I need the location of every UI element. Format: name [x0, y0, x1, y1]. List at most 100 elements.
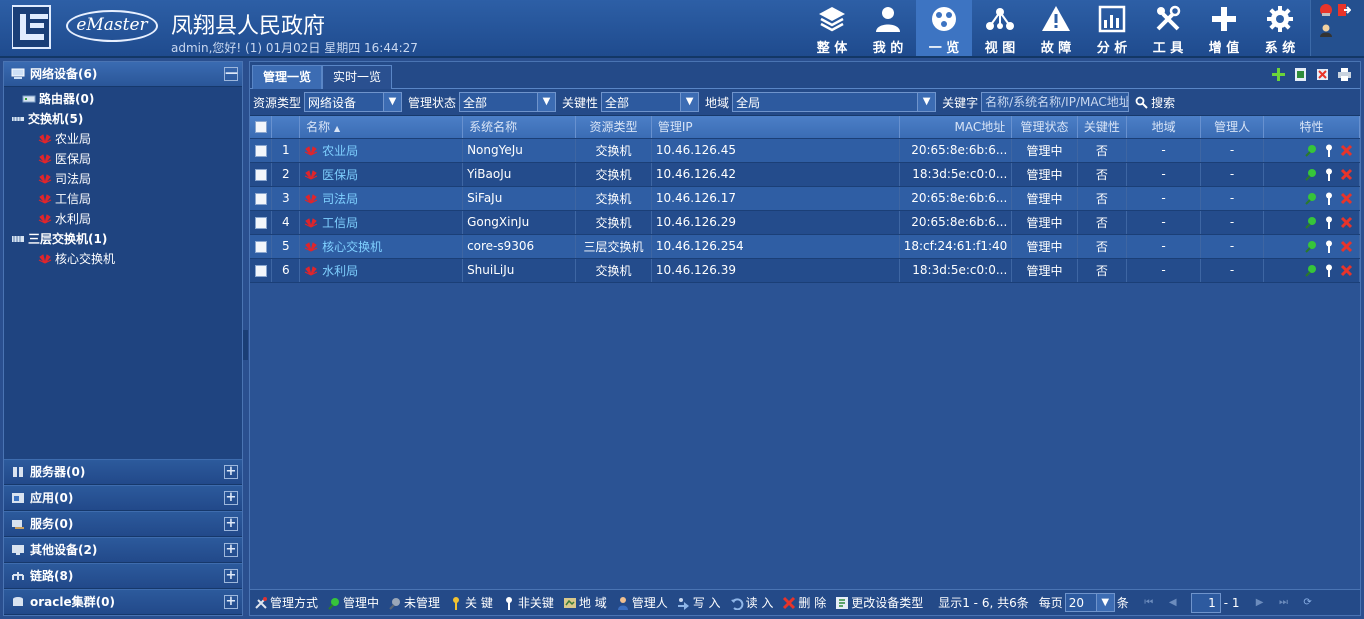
- region-header[interactable]: 地域: [1126, 116, 1202, 139]
- cell-checkbox[interactable]: [250, 162, 273, 187]
- key-icon[interactable]: [1324, 192, 1334, 205]
- cell-checkbox[interactable]: [250, 234, 273, 259]
- page-input[interactable]: 1: [1190, 592, 1221, 613]
- action-write[interactable]: 写 入: [677, 594, 721, 611]
- group-links[interactable]: 链路(8) +: [4, 563, 242, 589]
- select-all-header[interactable]: [250, 116, 273, 139]
- nav-tools[interactable]: 工 具: [1140, 0, 1196, 56]
- tree-item-l3-switch[interactable]: 三层交换机(1): [4, 229, 242, 249]
- delete-icon[interactable]: [1340, 240, 1353, 253]
- last-page-icon[interactable]: ⏭: [1278, 597, 1290, 609]
- group-services[interactable]: 服务(0) +: [4, 511, 242, 537]
- table-row[interactable]: 1 农业局 NongYeJu 交换机 10.46.126.45 20:65:8e:6b:6…: [250, 138, 1361, 163]
- table-row[interactable]: 5 核心交换机 core-s9306 三层交换机 10.46.126.254 18:cf:…: [250, 234, 1361, 259]
- row-checkbox[interactable]: [254, 144, 267, 157]
- cell-name[interactable]: 医保局: [299, 162, 464, 187]
- delete-icon[interactable]: [1340, 144, 1353, 157]
- tree-item-nongyeju[interactable]: 农业局: [4, 129, 242, 149]
- action-region[interactable]: 地 域: [563, 594, 607, 611]
- group-network-devices[interactable]: 网络设备(6) —: [4, 62, 242, 87]
- delete-icon[interactable]: [1340, 168, 1353, 181]
- cell-name[interactable]: 农业局: [299, 138, 464, 163]
- expand-button[interactable]: +: [224, 465, 238, 479]
- refresh-icon[interactable]: ⟳: [1302, 597, 1314, 609]
- panel-splitter[interactable]: [243, 330, 248, 360]
- key-icon[interactable]: [1324, 264, 1334, 277]
- row-checkbox[interactable]: [254, 264, 267, 277]
- action-tools-small[interactable]: 管理方式: [254, 594, 318, 611]
- tree-item-switch[interactable]: 交换机(5): [4, 109, 242, 129]
- group-apps[interactable]: 应用(0) +: [4, 485, 242, 511]
- tree-item-sifaju[interactable]: 司法局: [4, 169, 242, 189]
- managed-icon[interactable]: [1304, 240, 1318, 253]
- manager-header[interactable]: 管理人: [1200, 116, 1264, 139]
- nav-view[interactable]: 视 图: [972, 0, 1028, 56]
- managed-icon[interactable]: [1304, 144, 1318, 157]
- alarm-icon[interactable]: [1319, 3, 1333, 17]
- logout-icon[interactable]: [1337, 3, 1351, 17]
- cell-checkbox[interactable]: [250, 210, 273, 235]
- cell-checkbox[interactable]: [250, 138, 273, 163]
- per-page-select[interactable]: 20 ▼: [1064, 593, 1115, 612]
- device-name-link[interactable]: 水利局: [322, 264, 358, 278]
- clear-filter-icon[interactable]: [1315, 67, 1330, 82]
- table-row[interactable]: 4 工信局 GongXinJu 交换机 10.46.126.29 20:65:8e:6b:…: [250, 210, 1361, 235]
- device-name-link[interactable]: 核心交换机: [322, 240, 382, 254]
- tree-item-yibaoju[interactable]: 医保局: [4, 149, 242, 169]
- table-row[interactable]: 3 司法局 SiFaJu 交换机 10.46.126.17 20:65:8e:6b:6..…: [250, 186, 1361, 211]
- key-icon[interactable]: [1324, 240, 1334, 253]
- table-row[interactable]: 2 医保局 YiBaoJu 交换机 10.46.126.42 18:3d:5e:c0:0.…: [250, 162, 1361, 187]
- search-button[interactable]: 搜索: [1135, 94, 1175, 111]
- action-read[interactable]: 读 入: [730, 594, 773, 611]
- delete-icon[interactable]: [1340, 264, 1353, 277]
- managed-icon[interactable]: [1304, 216, 1318, 229]
- state-header[interactable]: 管理状态: [1011, 116, 1078, 139]
- managed-icon[interactable]: [1304, 264, 1318, 277]
- prev-page-icon[interactable]: ◀: [1167, 597, 1179, 609]
- cell-name[interactable]: 司法局: [299, 186, 464, 211]
- tab-realtime-overview[interactable]: 实时一览: [322, 65, 393, 89]
- tree-item-core-switch[interactable]: 核心交换机: [4, 249, 242, 269]
- cell-name[interactable]: 核心交换机: [299, 234, 464, 259]
- nav-mine[interactable]: 我 的: [860, 0, 916, 56]
- expand-button[interactable]: +: [224, 569, 238, 583]
- print-icon[interactable]: [1337, 67, 1352, 82]
- user-profile-icon[interactable]: [1319, 23, 1333, 37]
- critical-header[interactable]: 关键性: [1077, 116, 1127, 139]
- mac-header[interactable]: MAC地址: [899, 116, 1013, 139]
- cell-name[interactable]: 水利局: [299, 258, 464, 283]
- table-row[interactable]: 6 水利局 ShuiLiJu 交换机 10.46.126.39 18:3d:5e:c0:0…: [250, 258, 1361, 283]
- action-delete[interactable]: 删 除: [782, 594, 826, 611]
- device-name-link[interactable]: 农业局: [322, 144, 358, 158]
- name-header[interactable]: 名称 ▲: [299, 116, 464, 139]
- expand-button[interactable]: +: [224, 491, 238, 505]
- delete-icon[interactable]: [1340, 192, 1353, 205]
- row-checkbox[interactable]: [254, 216, 267, 229]
- action-person[interactable]: 管理人: [616, 594, 668, 611]
- device-name-link[interactable]: 司法局: [322, 192, 358, 206]
- nav-analysis[interactable]: 分 析: [1084, 0, 1140, 56]
- action-key[interactable]: 关 键: [449, 594, 493, 611]
- action-key-white[interactable]: 非关键: [502, 594, 554, 611]
- next-page-icon[interactable]: ▶: [1254, 597, 1266, 609]
- key-icon[interactable]: [1324, 168, 1334, 181]
- row-checkbox[interactable]: [254, 192, 267, 205]
- add-icon[interactable]: [1271, 67, 1286, 82]
- managed-icon[interactable]: [1304, 168, 1318, 181]
- nav-fault[interactable]: 故 障: [1028, 0, 1084, 56]
- manage-state-select[interactable]: 全部 ▼: [459, 92, 557, 112]
- export-excel-icon[interactable]: [1293, 67, 1308, 82]
- device-name-link[interactable]: 工信局: [322, 216, 358, 230]
- key-icon[interactable]: [1324, 144, 1334, 157]
- expand-button[interactable]: +: [224, 595, 238, 609]
- cell-name[interactable]: 工信局: [299, 210, 464, 235]
- device-name-link[interactable]: 医保局: [322, 168, 358, 182]
- tree-item-router[interactable]: 路由器(0): [4, 89, 242, 109]
- row-checkbox[interactable]: [254, 240, 267, 253]
- tree-item-gongxinju[interactable]: 工信局: [4, 189, 242, 209]
- collapse-button[interactable]: —: [224, 67, 238, 81]
- nav-overview[interactable]: 一 览: [916, 0, 972, 56]
- ip-header[interactable]: 管理IP: [651, 116, 900, 139]
- managed-icon[interactable]: [1304, 192, 1318, 205]
- group-oracle-cluster[interactable]: oracle集群(0) +: [4, 589, 242, 615]
